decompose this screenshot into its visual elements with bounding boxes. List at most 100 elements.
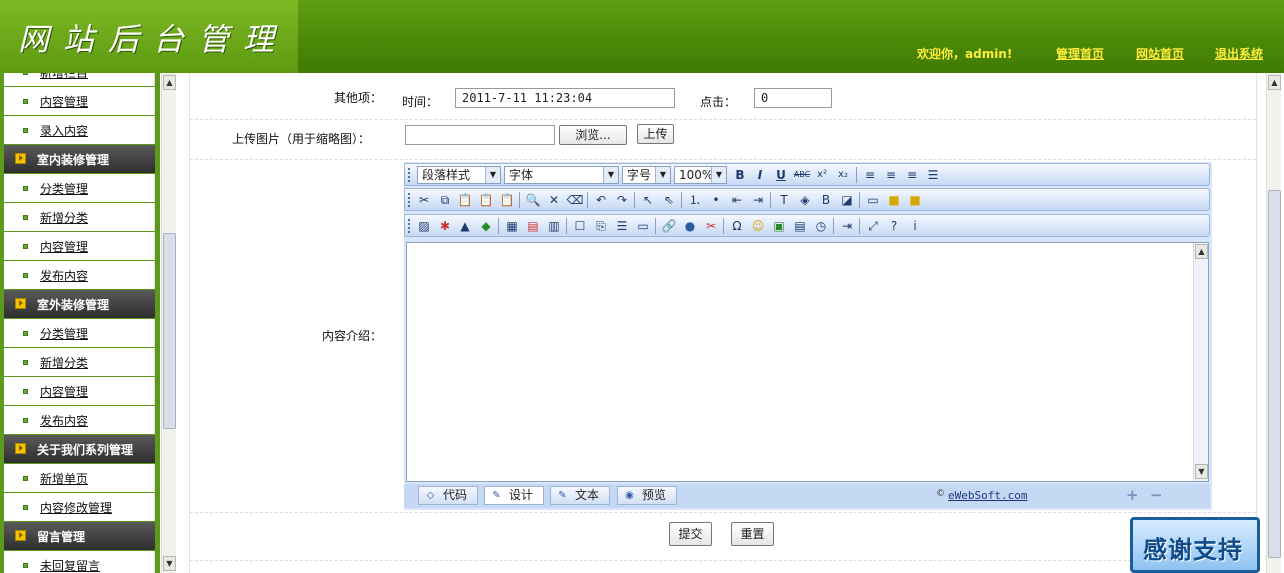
- table-icon[interactable]: ▦: [503, 217, 521, 235]
- table-row-icon[interactable]: ▥: [545, 217, 563, 235]
- superscript-icon[interactable]: x²: [813, 166, 831, 184]
- page-scrollbar[interactable]: ▲: [1266, 73, 1281, 573]
- mode-tab-code[interactable]: ◇ 代码: [418, 486, 478, 505]
- back-color-icon[interactable]: ◈: [796, 191, 814, 209]
- iframe-icon[interactable]: ⎘: [592, 217, 610, 235]
- paste-icon[interactable]: 📋: [456, 191, 474, 209]
- scroll-up-icon[interactable]: ▲: [1195, 244, 1208, 259]
- strikethrough-icon[interactable]: ABC: [793, 166, 811, 184]
- sidebar-item[interactable]: 内容修改管理: [4, 493, 155, 521]
- clicks-input[interactable]: 0: [754, 88, 832, 108]
- redo-icon[interactable]: ↷: [613, 191, 631, 209]
- toolbar-grip-icon[interactable]: [408, 219, 413, 233]
- cut-icon[interactable]: ✂: [415, 191, 433, 209]
- paragraph-style-select[interactable]: 段落样式 ▼: [417, 166, 501, 184]
- sidebar-section-header[interactable]: 留言管理: [4, 522, 155, 550]
- underline-icon[interactable]: U: [772, 166, 790, 184]
- submit-button[interactable]: 提交: [669, 522, 712, 546]
- unordered-list-icon[interactable]: •: [707, 191, 725, 209]
- paste-word-icon[interactable]: 📋: [498, 191, 516, 209]
- bold-icon[interactable]: B: [731, 166, 749, 184]
- sidebar-item[interactable]: 新增单页: [4, 464, 155, 492]
- file-path-input[interactable]: [405, 125, 555, 145]
- mode-tab-text[interactable]: ✎ 文本: [550, 486, 610, 505]
- help-icon[interactable]: ?: [885, 217, 903, 235]
- toolbar-grip-icon[interactable]: [408, 193, 413, 207]
- media-icon[interactable]: ▲: [456, 217, 474, 235]
- table-cell-icon[interactable]: ▤: [524, 217, 542, 235]
- sidebar-item[interactable]: 分类管理: [4, 174, 155, 202]
- reset-button[interactable]: 重置: [731, 522, 774, 546]
- shrink-icon[interactable]: −: [1150, 486, 1163, 504]
- sidebar-item[interactable]: 新增分类: [4, 348, 155, 376]
- zoom-select[interactable]: 100% ▼: [674, 166, 727, 184]
- clear-format-icon[interactable]: ◪: [838, 191, 856, 209]
- time-input[interactable]: 2011-7-11 11:23:04: [455, 88, 675, 108]
- flash-icon[interactable]: ✱: [436, 217, 454, 235]
- toolbar-grip-icon[interactable]: [408, 168, 413, 182]
- site-home-link[interactable]: 网站首页: [1136, 45, 1184, 62]
- font-select[interactable]: 字体 ▼: [504, 166, 619, 184]
- fullscreen-icon[interactable]: ⤢: [864, 217, 882, 235]
- scroll-thumb[interactable]: [163, 233, 176, 429]
- sidebar-item[interactable]: 发布内容: [4, 261, 155, 289]
- align-right-icon[interactable]: ≡: [903, 166, 921, 184]
- undo-icon[interactable]: ↶: [592, 191, 610, 209]
- bg-color-icon[interactable]: B: [817, 191, 835, 209]
- indent-icon[interactable]: ⇥: [749, 191, 767, 209]
- sidebar-item[interactable]: 未回复留言: [4, 551, 155, 573]
- align-left-icon[interactable]: ≡: [861, 166, 879, 184]
- unlink-icon[interactable]: ✂: [702, 217, 720, 235]
- sidebar-item[interactable]: 新增分类: [4, 203, 155, 231]
- editor-scrollbar[interactable]: ▲ ▼: [1193, 243, 1208, 481]
- select-all-icon[interactable]: ↖: [639, 191, 657, 209]
- sidebar-scrollbar[interactable]: ▲ ▼: [161, 73, 176, 573]
- italic-icon[interactable]: I: [751, 166, 769, 184]
- anchor-icon[interactable]: ●: [681, 217, 699, 235]
- scroll-up-icon[interactable]: ▲: [163, 75, 176, 90]
- sidebar-item[interactable]: 内容管理: [4, 377, 155, 405]
- page-break-icon[interactable]: ⇥: [838, 217, 856, 235]
- ewebsoft-link[interactable]: eWebSoft.com: [948, 489, 1027, 502]
- sidebar-section-header[interactable]: 关于我们系列管理: [4, 435, 155, 463]
- file-icon[interactable]: ◆: [477, 217, 495, 235]
- scroll-down-icon[interactable]: ▼: [1195, 464, 1208, 479]
- scroll-up-icon[interactable]: ▲: [1268, 75, 1281, 90]
- about-icon[interactable]: i: [906, 217, 924, 235]
- browse-button[interactable]: 浏览...: [559, 125, 627, 145]
- align-justify-icon[interactable]: ☰: [924, 166, 942, 184]
- marquee-icon[interactable]: ■: [885, 191, 903, 209]
- subscript-icon[interactable]: x₂: [834, 166, 852, 184]
- time-icon[interactable]: ◷: [812, 217, 830, 235]
- special-char-icon[interactable]: Ω: [728, 217, 746, 235]
- sidebar-item[interactable]: 内容管理: [4, 87, 155, 115]
- text-color-icon[interactable]: T: [775, 191, 793, 209]
- mode-tab-preview[interactable]: ◉ 预览: [617, 486, 677, 505]
- paste-text-icon[interactable]: 📋: [477, 191, 495, 209]
- find-icon[interactable]: 🔍: [524, 191, 542, 209]
- date-icon[interactable]: ▤: [791, 217, 809, 235]
- copy-icon[interactable]: ⧉: [436, 191, 454, 209]
- excel-icon[interactable]: ▣: [770, 217, 788, 235]
- sidebar-section-header[interactable]: 室内装修管理: [4, 145, 155, 173]
- emoticon-icon[interactable]: ☺: [749, 217, 767, 235]
- sidebar-item[interactable]: 分类管理: [4, 319, 155, 347]
- unselect-icon[interactable]: ⇖: [660, 191, 678, 209]
- sidebar-section-header[interactable]: 室外装修管理: [4, 290, 155, 318]
- scroll-down-icon[interactable]: ▼: [163, 556, 176, 571]
- eraser-icon[interactable]: ⌫: [566, 191, 584, 209]
- upload-button[interactable]: 上传: [637, 124, 674, 144]
- mode-tab-design[interactable]: ✎ 设计: [484, 486, 544, 505]
- enlarge-icon[interactable]: +: [1126, 486, 1139, 504]
- fieldset-icon[interactable]: ▭: [864, 191, 882, 209]
- layer-icon[interactable]: ■: [906, 191, 924, 209]
- delete-icon[interactable]: ✕: [545, 191, 563, 209]
- outdent-icon[interactable]: ⇤: [728, 191, 746, 209]
- editor-content-area[interactable]: ▲ ▼: [406, 242, 1209, 482]
- sidebar-item[interactable]: 新增栏目: [4, 73, 155, 86]
- font-size-select[interactable]: 字号 ▼: [622, 166, 671, 184]
- scroll-thumb[interactable]: [1268, 190, 1281, 558]
- sidebar-item[interactable]: 录入内容: [4, 116, 155, 144]
- sidebar-item[interactable]: 内容管理: [4, 232, 155, 260]
- link-icon[interactable]: 🔗: [660, 217, 678, 235]
